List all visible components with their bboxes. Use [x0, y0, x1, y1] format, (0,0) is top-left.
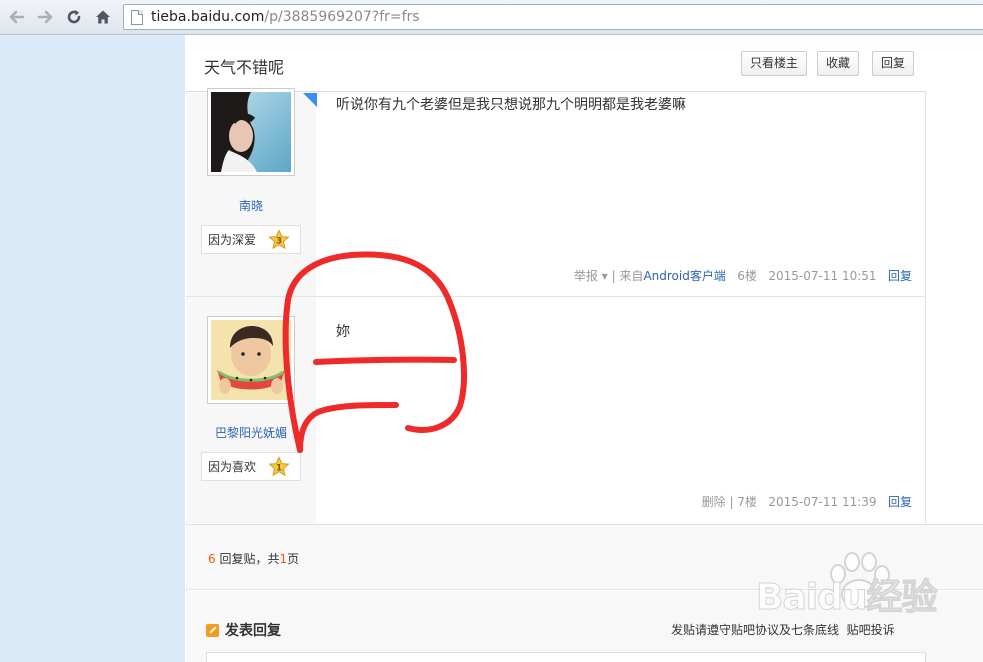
badge-level: 1 [276, 464, 282, 474]
badge-label: 因为深爱 [208, 233, 257, 247]
corner-flag-icon [303, 93, 317, 107]
only-op-button[interactable]: 只看楼主 [741, 51, 808, 76]
member-badge[interactable]: 因为喜欢 1 [201, 452, 301, 481]
post-tail: 删除 | 7楼 2015-07-11 11:39 回复 [702, 493, 912, 510]
reply-button[interactable]: 回复 [872, 51, 915, 76]
caret-down-icon: ▾ [601, 269, 608, 283]
page-icon [131, 9, 143, 25]
delete-link[interactable]: 删除 [702, 495, 726, 509]
reply-count: 6 [208, 552, 216, 566]
post-content: 妳 [336, 324, 350, 340]
floor-number: 6楼 [737, 269, 757, 283]
edit-pen-icon [206, 623, 219, 637]
browser-toolbar: tieba.baidu.com/p/3885969207?fr=frs [0, 0, 983, 35]
back-arrow-icon[interactable] [6, 6, 28, 28]
address-bar[interactable]: tieba.baidu.com/p/3885969207?fr=frs [123, 4, 983, 30]
post-time: 2015-07-11 11:39 [768, 495, 877, 509]
member-badge[interactable]: 因为深爱 3 [201, 225, 301, 254]
post-reply-link[interactable]: 回复 [888, 495, 912, 509]
source-client-link[interactable]: Android客户端 [643, 269, 725, 283]
post-reply-link[interactable]: 回复 [888, 269, 912, 283]
badge-label: 因为喜欢 [208, 460, 257, 474]
reply-count-suffix: 回复贴，共 [215, 552, 280, 566]
avatar[interactable] [207, 88, 295, 176]
post-floor-6: 南晓 因为深爱 3 听说你有九个老婆但是我只想说那九个明明都是我老婆嘛 举报 ▾… [186, 88, 926, 296]
home-icon[interactable] [92, 6, 114, 28]
post-username[interactable]: 南晓 [186, 197, 316, 214]
badge-level: 3 [276, 237, 282, 247]
reply-count-summary: 6 回复贴，共1页 [208, 550, 299, 567]
reply-title-text: 发表回复 [225, 623, 281, 639]
report-link[interactable]: 举报 ▾ [574, 269, 608, 283]
forward-arrow-icon[interactable] [34, 6, 56, 28]
post-time: 2015-07-11 10:51 [768, 269, 877, 283]
post-content: 听说你有九个老婆但是我只想说那九个明明都是我老婆嘛 [336, 97, 686, 113]
post-username[interactable]: 巴黎阳光妩媚 [186, 424, 316, 441]
rules-link[interactable]: 发贴请遵守贴吧协议及七条底线 [671, 623, 839, 637]
avatar-image [211, 320, 291, 400]
url-path: /p/3885969207?fr=frs [264, 9, 420, 25]
url-host: tieba.baidu.com [151, 9, 265, 25]
url-text: tieba.baidu.com/p/3885969207?fr=frs [151, 9, 420, 25]
floor-number: | 7楼 [729, 495, 757, 509]
post-floor-7: 巴黎阳光妩媚 因为喜欢 1 妳 删除 | 7楼 2015-07-11 11:39… [186, 297, 926, 523]
baidu-jingyan-watermark: Baidu经验 [752, 548, 983, 619]
reply-section-title: 发表回复 [206, 620, 281, 640]
report-label: 举报 [573, 269, 598, 283]
favorite-button[interactable]: 收藏 [817, 51, 860, 76]
avatar-image [211, 92, 291, 172]
page-count: 1 [279, 552, 288, 566]
post-tail: 举报 ▾ | 来自Android客户端 6楼 2015-07-11 10:51 … [574, 267, 912, 284]
source-prefix: | 来自 [611, 269, 644, 283]
posting-rules: 发贴请遵守贴吧协议及七条底线 贴吧投诉 [671, 621, 895, 638]
level-star-icon: 1 [268, 456, 290, 477]
level-star-icon: 3 [268, 229, 290, 250]
reload-icon[interactable] [63, 6, 85, 28]
complaint-link[interactable]: 贴吧投诉 [847, 623, 895, 637]
page-count-suffix: 页 [287, 552, 300, 566]
thread-title: 天气不错呢 [204, 58, 285, 77]
reply-editor[interactable] [206, 652, 926, 662]
thread-header: 天气不错呢 只看楼主 收藏 回复 [186, 35, 926, 92]
watermark-text: Baidu经验 [755, 577, 937, 619]
avatar[interactable] [207, 316, 295, 404]
